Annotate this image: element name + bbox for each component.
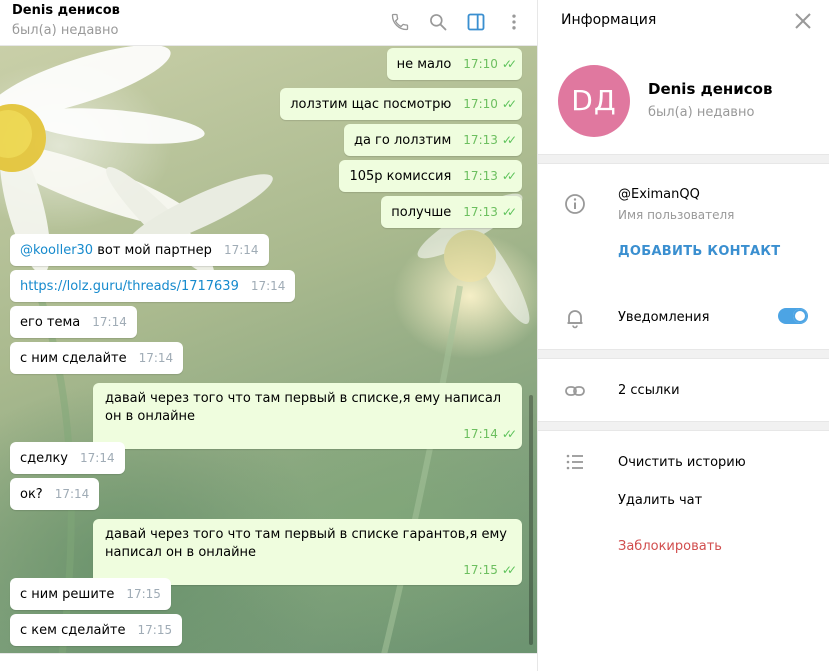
message-text: получше bbox=[391, 205, 452, 220]
message-text: с ним сделайте bbox=[20, 351, 127, 366]
message-time: 17:14 bbox=[138, 351, 174, 365]
section-divider bbox=[538, 421, 829, 431]
clear-history-button[interactable]: Очистить историю bbox=[618, 455, 746, 470]
message-time: 17:13 bbox=[463, 169, 498, 183]
message-time: 17:15 bbox=[126, 587, 161, 601]
message-bubble[interactable]: с кем сделайте 17:15 bbox=[10, 614, 183, 646]
chat-area: Denis денисов был(а) недавно не мало 17:1… bbox=[0, 0, 537, 671]
message-time: 17:14 bbox=[54, 487, 90, 501]
message-bubble[interactable]: @kooller30 вот мой партнер 17:14 bbox=[10, 234, 269, 266]
message-text: с ним решите bbox=[20, 587, 115, 602]
message-bubble[interactable]: лолзтим щас посмотрю 17:10 ✓✓ bbox=[280, 88, 522, 120]
message-bubble[interactable]: 105р комиссия 17:13 ✓✓ bbox=[339, 160, 522, 192]
thread-link[interactable]: https://lolz.guru/threads/1717639 bbox=[20, 279, 239, 294]
panel-title: Информация bbox=[561, 12, 657, 28]
chat-status: был(а) недавно bbox=[12, 23, 119, 38]
read-checkmark-icon: ✓✓ bbox=[501, 427, 517, 441]
read-checkmark-icon: ✓✓ bbox=[501, 57, 517, 71]
read-checkmark-icon: ✓✓ bbox=[501, 97, 517, 111]
chat-scrollbar[interactable] bbox=[529, 395, 533, 645]
username-value[interactable]: @EximanQQ bbox=[618, 187, 700, 202]
read-checkmark-icon: ✓✓ bbox=[501, 205, 517, 219]
close-icon[interactable] bbox=[793, 11, 813, 31]
message-time: 17:10 bbox=[463, 57, 498, 71]
message-text: его тема bbox=[20, 315, 81, 330]
section-divider bbox=[538, 154, 829, 164]
user-mention-link[interactable]: @kooller30 bbox=[20, 243, 93, 258]
message-bubble[interactable]: сделку 17:14 bbox=[10, 442, 125, 474]
list-icon bbox=[564, 451, 586, 473]
message-text: с кем сделайте bbox=[20, 623, 126, 638]
add-contact-button[interactable]: ДОБАВИТЬ КОНТАКТ bbox=[618, 244, 780, 259]
message-bubble[interactable]: давай через того что там первый в списке… bbox=[93, 383, 522, 449]
read-checkmark-icon: ✓✓ bbox=[501, 133, 517, 147]
message-bubble[interactable]: ок? 17:14 bbox=[10, 478, 100, 510]
more-vertical-icon[interactable] bbox=[501, 9, 527, 35]
message-time: 17:15 bbox=[463, 563, 498, 577]
read-checkmark-icon: ✓✓ bbox=[501, 563, 517, 577]
message-time: 17:14 bbox=[463, 427, 498, 441]
message-bubble[interactable]: его тема 17:14 bbox=[10, 306, 137, 338]
profile-status: был(а) недавно bbox=[648, 105, 755, 120]
message-bubble[interactable]: получше 17:13 ✓✓ bbox=[381, 196, 522, 228]
message-composer[interactable] bbox=[0, 653, 537, 671]
message-text: 105р комиссия bbox=[349, 169, 452, 184]
message-time: 17:15 bbox=[137, 623, 173, 637]
message-time: 17:14 bbox=[80, 451, 115, 465]
bell-icon bbox=[564, 307, 586, 329]
chat-title[interactable]: Denis денисов bbox=[12, 3, 120, 18]
info-panel: Информация DД Denis денисов был(а) недав… bbox=[537, 0, 829, 671]
message-time: 17:14 bbox=[223, 243, 259, 257]
sidebar-toggle-icon[interactable] bbox=[463, 9, 489, 35]
message-time: 17:13 bbox=[463, 205, 498, 219]
phone-icon[interactable] bbox=[387, 9, 413, 35]
message-text: давай через того что там первый в списке… bbox=[105, 391, 502, 424]
link-icon bbox=[564, 380, 586, 402]
message-text: лолзтим щас посмотрю bbox=[290, 97, 452, 112]
info-icon bbox=[564, 193, 586, 215]
message-text: давай через того что там первый в списке… bbox=[105, 527, 507, 560]
block-user-button[interactable]: Заблокировать bbox=[618, 539, 722, 554]
message-time: 17:14 bbox=[92, 315, 127, 329]
read-checkmark-icon: ✓✓ bbox=[501, 169, 517, 183]
message-time: 17:14 bbox=[250, 279, 286, 293]
notifications-toggle[interactable] bbox=[778, 308, 808, 324]
message-bubble[interactable]: не мало 17:10 ✓✓ bbox=[386, 48, 522, 80]
chat-header: Denis денисов был(а) недавно bbox=[0, 0, 537, 46]
search-icon[interactable] bbox=[425, 9, 451, 35]
message-text: да го лолзтим bbox=[353, 133, 452, 148]
message-text: не мало bbox=[396, 57, 452, 72]
message-text: ок? bbox=[20, 487, 43, 502]
avatar[interactable]: DД bbox=[558, 65, 630, 137]
notifications-label: Уведомления bbox=[618, 310, 710, 325]
message-text: вот мой партнер bbox=[93, 243, 212, 258]
profile-name: Denis денисов bbox=[648, 80, 773, 98]
delete-chat-button[interactable]: Удалить чат bbox=[618, 493, 702, 508]
message-bubble[interactable]: давай через того что там первый в списке… bbox=[93, 519, 522, 585]
message-bubble[interactable]: с ним решите 17:15 bbox=[10, 578, 171, 610]
message-bubble[interactable]: с ним сделайте 17:14 bbox=[10, 342, 184, 374]
message-bubble[interactable]: да го лолзтим 17:13 ✓✓ bbox=[343, 124, 522, 156]
username-label: Имя пользователя bbox=[618, 208, 735, 222]
message-time: 17:10 bbox=[463, 97, 498, 111]
message-bubble[interactable]: https://lolz.guru/threads/1717639 17:14 bbox=[10, 270, 296, 302]
message-time: 17:13 bbox=[463, 133, 498, 147]
shared-links-item[interactable]: 2 ссылки bbox=[618, 383, 680, 398]
section-divider bbox=[538, 349, 829, 359]
message-text: сделку bbox=[20, 451, 68, 466]
